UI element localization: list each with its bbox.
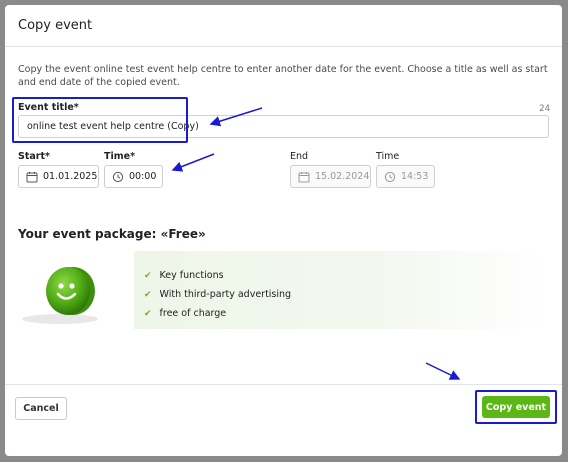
event-title-highlight: [12, 97, 188, 143]
end-time-value: 14:53: [401, 171, 429, 182]
end-date-value: 15.02.2024: [315, 171, 370, 182]
start-time-input[interactable]: 00:00: [104, 165, 163, 188]
feature-item: ✔ With third-party advertising: [144, 289, 292, 300]
start-time-value: 00:00: [129, 171, 157, 182]
feature-item: ✔ free of charge: [144, 308, 227, 319]
clock-icon: [384, 171, 396, 183]
dialog-intro-text: Copy the event online test event help ce…: [18, 64, 548, 88]
check-icon: ✔: [144, 271, 152, 281]
smiley-ball-icon: [22, 267, 98, 324]
feature-item: ✔ Key functions: [144, 270, 224, 281]
clock-icon: [112, 171, 124, 183]
copy-event-dialog: Copy event Copy the event online test ev…: [5, 5, 562, 456]
dialog-title: Copy event: [18, 18, 93, 33]
dialog-footer: Cancel Copy event: [5, 384, 562, 456]
end-label: End: [290, 151, 309, 162]
calendar-icon: [26, 172, 38, 183]
end-time-label: Time: [376, 151, 400, 162]
dialog-header: Copy event: [5, 5, 562, 47]
start-label: Start*: [18, 151, 50, 162]
check-icon: ✔: [144, 290, 152, 300]
calendar-icon: [298, 172, 310, 183]
copy-button-highlight: Copy event: [475, 390, 557, 424]
package-features-box: ✔ Key functions ✔ With third-party adverti…: [134, 251, 546, 329]
copy-event-button[interactable]: Copy event: [482, 396, 550, 418]
start-date-input[interactable]: 01.01.2025: [18, 165, 99, 188]
start-time-label: Time*: [104, 151, 136, 162]
package-title: Your event package: «Free»: [18, 227, 206, 241]
check-icon: ✔: [144, 309, 152, 319]
end-date-input[interactable]: 15.02.2024: [290, 165, 371, 188]
cancel-button[interactable]: Cancel: [15, 397, 67, 420]
start-date-value: 01.01.2025: [43, 171, 98, 182]
end-time-input[interactable]: 14:53: [376, 165, 435, 188]
char-counter: 24: [539, 104, 550, 114]
